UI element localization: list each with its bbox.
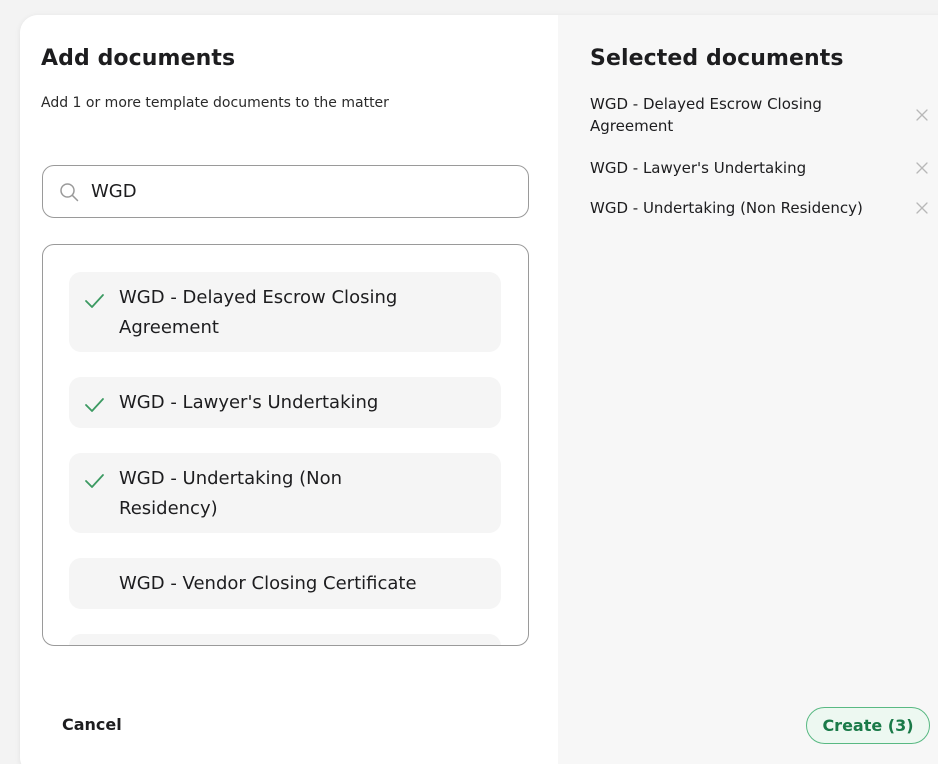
list-item-label: WGD - Delayed Escrow Closing Agreement	[119, 287, 398, 338]
selected-documents-panel: Selected documents WGD - Delayed Escrow …	[558, 15, 938, 764]
close-icon[interactable]	[914, 200, 930, 216]
list-item[interactable]	[69, 634, 501, 645]
search-input[interactable]	[91, 181, 491, 202]
selected-title: Selected documents	[590, 46, 844, 71]
check-icon	[85, 474, 104, 488]
list-item-label: WGD - Undertaking (Non Residency)	[119, 468, 343, 519]
check-icon	[85, 398, 104, 412]
selected-item: WGD - Lawyer's Undertaking	[590, 159, 807, 177]
list-item-label: WGD - Lawyer's Undertaking	[119, 392, 379, 413]
add-documents-panel: Add documents Add 1 or more template doc…	[20, 15, 558, 764]
search-icon	[60, 182, 79, 201]
close-icon[interactable]	[914, 160, 930, 176]
page-subtitle: Add 1 or more template documents to the …	[41, 95, 389, 111]
list-item[interactable]: WGD - Undertaking (Non Residency)	[69, 453, 501, 533]
add-documents-modal: Add documents Add 1 or more template doc…	[20, 15, 938, 764]
list-item-label: WGD - Vendor Closing Certificate	[119, 573, 417, 594]
results-list[interactable]: WGD - Delayed Escrow Closing Agreement W…	[42, 244, 529, 646]
list-item[interactable]: WGD - Vendor Closing Certificate	[69, 558, 501, 609]
page-title: Add documents	[41, 46, 236, 71]
search-box[interactable]	[42, 165, 529, 218]
selected-item: WGD - Delayed Escrow Closing Agreement	[590, 95, 822, 135]
list-item[interactable]: WGD - Delayed Escrow Closing Agreement	[69, 272, 501, 352]
check-icon	[85, 294, 104, 308]
list-item[interactable]: WGD - Lawyer's Undertaking	[69, 377, 501, 428]
selected-item: WGD - Undertaking (Non Residency)	[590, 199, 863, 217]
close-icon[interactable]	[914, 107, 930, 123]
cancel-button[interactable]: Cancel	[62, 715, 122, 734]
create-button[interactable]: Create (3)	[806, 707, 930, 744]
